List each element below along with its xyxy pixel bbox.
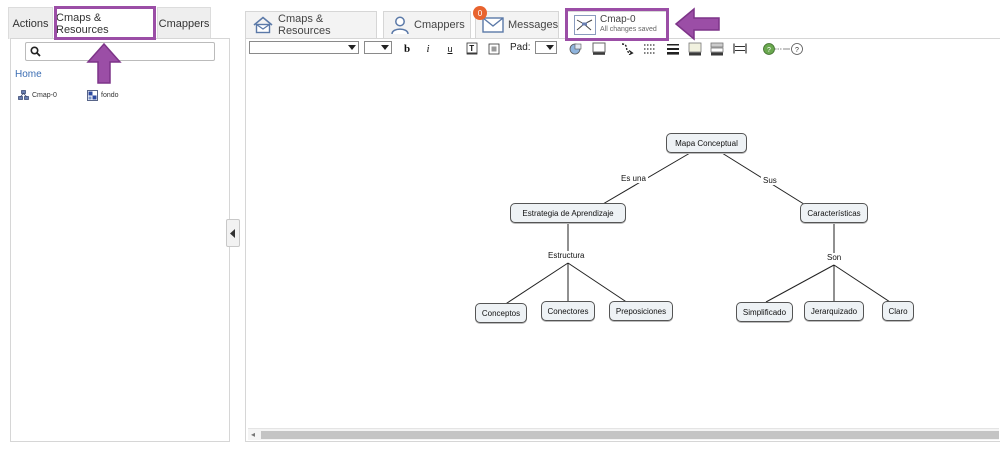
tab-top-cmaps-resources-label: Cmaps & Resources — [278, 13, 331, 37]
arrow-left-icon — [674, 7, 720, 41]
concept-node-claro[interactable]: Claro — [882, 301, 914, 321]
linking-phrase-es-una[interactable]: Es una — [619, 174, 648, 183]
cmap-icon — [18, 90, 29, 100]
chevron-left-icon — [230, 228, 235, 238]
envelope-icon — [482, 17, 504, 33]
scrollbar-thumb[interactable] — [261, 431, 999, 439]
tab-cmappers[interactable]: Cmappers — [157, 7, 211, 39]
horizontal-scrollbar[interactable]: ◂ — [248, 428, 999, 440]
tab-top-messages[interactable]: Messages — [475, 11, 559, 38]
tab-actions[interactable]: Actions — [8, 7, 53, 39]
search-icon — [30, 46, 41, 57]
scroll-left-arrow-icon[interactable]: ◂ — [251, 430, 255, 439]
tab-top-cmappers[interactable]: Cmappers — [383, 11, 471, 38]
concept-node-estrategia[interactable]: Estrategia de Aprendizaje — [510, 203, 626, 223]
concept-node-jerarquizado[interactable]: Jerarquizado — [804, 301, 864, 321]
linking-phrase-sus[interactable]: Sus — [761, 176, 779, 185]
tab-top-messages-label: Messages — [508, 19, 559, 31]
tab-cmaps-resources-label: Cmaps & Resources — [56, 11, 109, 36]
concept-node-conectores[interactable]: Conectores — [541, 301, 595, 321]
tab-top-cmaps-resources[interactable]: Cmaps & Resources — [245, 11, 377, 38]
tab-actions-label: Actions — [12, 17, 49, 30]
arrow-up-icon — [86, 42, 122, 84]
linking-phrase-estructura[interactable]: Estructura — [546, 251, 587, 260]
concept-node-conceptos[interactable]: Conceptos — [475, 303, 527, 323]
search-input[interactable] — [46, 44, 210, 59]
resource-item-fondo[interactable]: fondo — [87, 90, 119, 101]
linking-phrase-son[interactable]: Son — [825, 253, 844, 262]
document-save-status: All changes saved — [600, 26, 657, 33]
home-icon — [252, 16, 274, 34]
messages-count-badge: 0 — [473, 6, 487, 20]
concept-node-caracteristicas[interactable]: Características — [800, 203, 868, 223]
concept-node-simplificado[interactable]: Simplificado — [736, 302, 793, 322]
user-icon — [390, 15, 410, 35]
document-title: Cmap-0 — [600, 14, 636, 25]
tab-document-cmap-0[interactable]: Cmap-0 All changes saved — [567, 11, 667, 38]
concept-node-preposiciones[interactable]: Preposiciones — [609, 301, 673, 321]
map-connections — [503, 152, 891, 306]
cmap-canvas[interactable]: b i u T Pad: ? ? Mapa Conceptual Es una … — [245, 38, 1000, 442]
resource-label: fondo — [101, 92, 119, 99]
image-resource-icon — [87, 90, 98, 101]
resources-panel: Home Cmap-0 fondo — [10, 38, 230, 442]
tab-cmaps-resources[interactable]: Cmaps & Resources — [55, 7, 155, 39]
home-link[interactable]: Home — [15, 69, 42, 80]
tab-cmappers-label: Cmappers — [158, 17, 210, 30]
tab-top-cmappers-label: Cmappers — [414, 19, 465, 31]
resource-label: Cmap-0 — [32, 91, 57, 99]
left-panel-tabs: Actions Cmaps & Resources Cmappers — [8, 7, 230, 39]
cmap-document-icon — [574, 15, 596, 35]
collapse-panel-button[interactable] — [226, 219, 240, 247]
concept-node-mapa-conceptual[interactable]: Mapa Conceptual — [666, 133, 747, 153]
resource-item-cmap-0[interactable]: Cmap-0 — [18, 90, 57, 100]
